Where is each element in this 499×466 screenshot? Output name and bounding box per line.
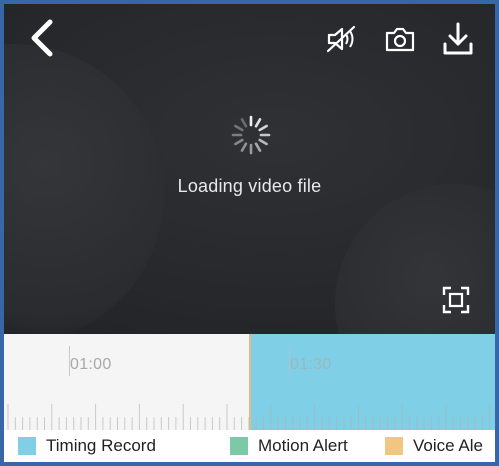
camera-icon <box>385 27 415 52</box>
speaker-muted-icon <box>326 25 356 53</box>
legend-swatch <box>230 437 248 455</box>
snapshot-button[interactable] <box>383 22 417 56</box>
legend-item-voice-alert: Voice Ale <box>385 436 483 456</box>
timeline-legend: Timing Record Motion Alert Voice Ale <box>4 430 495 462</box>
download-button[interactable] <box>441 22 475 56</box>
playback-screen: Loading video file 01:00 01:30 Timing Re… <box>4 4 495 462</box>
background-shape <box>335 184 495 334</box>
loading-spinner-icon <box>231 115 271 155</box>
legend-item-motion-alert: Motion Alert <box>230 436 348 456</box>
playback-timeline[interactable]: 01:00 01:30 <box>4 334 495 430</box>
timeline-time-label: 01:00 <box>70 356 112 373</box>
legend-swatch <box>385 437 403 455</box>
back-button[interactable] <box>26 18 62 58</box>
fullscreen-icon <box>442 286 470 314</box>
legend-label: Motion Alert <box>258 436 348 455</box>
timeline-playhead[interactable] <box>249 334 251 430</box>
fullscreen-button[interactable] <box>442 286 470 314</box>
mute-button[interactable] <box>325 22 359 56</box>
timeline-time-label: 01:30 <box>290 356 332 373</box>
legend-swatch <box>18 437 36 455</box>
video-toolbar <box>325 22 475 56</box>
chevron-left-icon <box>31 19 53 57</box>
download-icon <box>443 22 473 55</box>
video-player[interactable]: Loading video file <box>4 4 495 334</box>
legend-item-timing-record: Timing Record <box>18 436 156 456</box>
legend-label: Timing Record <box>46 436 156 455</box>
legend-label: Voice Ale <box>413 436 483 455</box>
screen-frame: Loading video file 01:00 01:30 Timing Re… <box>0 0 499 466</box>
loading-status-text: Loading video file <box>177 176 322 196</box>
